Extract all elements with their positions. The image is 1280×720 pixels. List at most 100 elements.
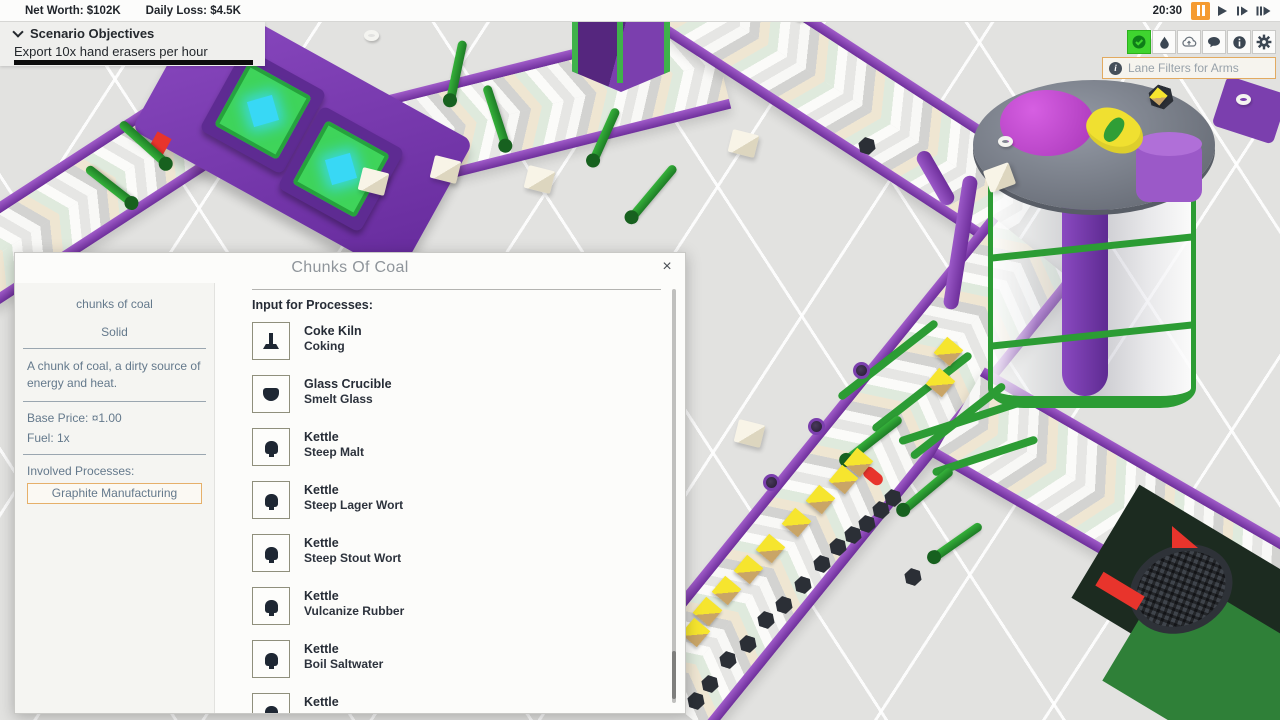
input-for-processes-header: Input for Processes: (252, 298, 661, 312)
play-button[interactable] (1212, 2, 1231, 20)
purple-machine[interactable] (1212, 75, 1280, 144)
cloud-button[interactable] (1177, 30, 1201, 54)
magenta-dome[interactable] (1000, 90, 1094, 156)
process-name: Smelt Glass (304, 392, 392, 407)
fast-forward-button[interactable] (1233, 2, 1252, 20)
item-fuel-value: Fuel: 1x (27, 431, 202, 445)
lane-filters-button[interactable] (1127, 30, 1151, 54)
scenario-objectives-panel: Scenario Objectives Export 10x hand eras… (0, 22, 265, 66)
fluids-button[interactable] (1152, 30, 1176, 54)
process-name: Vulcanize Rubber (304, 604, 404, 619)
white-crate[interactable] (728, 129, 760, 158)
objectives-title[interactable]: Scenario Objectives (30, 26, 154, 41)
scrollbar-thumb[interactable] (672, 651, 676, 699)
belt-wheel (763, 474, 780, 491)
scrollbar-track[interactable] (672, 289, 676, 703)
process-name: Coking (304, 339, 362, 354)
item-dialog: Chunks Of Coal × chunks of coal Solid A … (14, 252, 686, 714)
divider (23, 454, 206, 455)
objective-text: Export 10x hand erasers per hour (14, 44, 265, 59)
process-name: Steep Malt (304, 445, 364, 460)
cloud-icon (1181, 34, 1197, 50)
item-state: Solid (27, 325, 202, 339)
gear-icon (1256, 34, 1272, 50)
overlay-toolbar (1127, 30, 1276, 54)
play-icon (1216, 5, 1228, 17)
process-machine-name: Kettle (304, 536, 401, 551)
info-icon: i (1109, 62, 1122, 75)
machine-icon[interactable] (252, 322, 290, 360)
item-detail-panel: chunks of coal Solid A chunk of coal, a … (15, 283, 215, 713)
objective-progress-bar (14, 60, 253, 65)
white-crate[interactable] (524, 165, 556, 194)
machine-icon[interactable] (252, 640, 290, 678)
process-machine-name: Kettle (304, 430, 364, 445)
chat-button[interactable] (1202, 30, 1226, 54)
chevron-down-icon[interactable] (12, 26, 23, 37)
belt-wheel (853, 362, 870, 379)
machine-icon[interactable] (252, 587, 290, 625)
pause-button[interactable] (1191, 2, 1210, 20)
divider (23, 348, 206, 349)
process-machine-name: Coke Kiln (304, 324, 362, 339)
hand-eraser-item[interactable] (364, 30, 379, 41)
process-name: Steep Stout Wort (304, 551, 401, 566)
fastest-forward-icon (1256, 5, 1271, 17)
divider (252, 289, 661, 290)
involved-process-button[interactable]: Graphite Manufacturing (27, 483, 202, 504)
process-machine-name: Kettle (304, 642, 383, 657)
process-list-item[interactable]: Coke Kiln Coking (252, 322, 661, 360)
machine-icon[interactable] (252, 481, 290, 519)
process-list-item[interactable]: Kettle Steep Lager Wort (252, 481, 661, 519)
coal-chunk[interactable] (902, 567, 924, 588)
playback-controls: 20:30 (1153, 2, 1274, 20)
item-description: A chunk of coal, a dirty source of energ… (27, 358, 202, 392)
process-machine-name: Kettle (304, 483, 403, 498)
tooltip-text: Lane Filters for Arms (1128, 61, 1239, 75)
machine-icon[interactable] (252, 428, 290, 466)
process-machine-name: Kettle (304, 589, 404, 604)
fast-forward-icon (1236, 5, 1249, 17)
process-list-panel[interactable]: Input for Processes: Coke Kiln Coking Gl… (229, 283, 685, 713)
process-list-item[interactable]: Kettle Boil Saltwater (252, 640, 661, 678)
process-name: Boil Saltwater (304, 657, 383, 672)
check-circle-icon (1131, 34, 1147, 50)
item-name: chunks of coal (27, 297, 202, 311)
toolbar-tooltip: i Lane Filters for Arms (1102, 57, 1276, 79)
droplet-icon (1157, 35, 1172, 50)
machine-icon[interactable] (252, 375, 290, 413)
machine-icon[interactable] (252, 693, 290, 714)
top-hud-bar: Net Worth: $102K Daily Loss: $4.5K 20:30 (0, 0, 1280, 22)
process-machine-name: Kettle (304, 695, 339, 710)
close-button[interactable]: × (657, 257, 677, 277)
info-icon (1232, 35, 1247, 50)
purple-cylinder[interactable] (1136, 140, 1202, 202)
daily-loss: Daily Loss: $4.5K (146, 5, 241, 17)
process-list-item[interactable]: Kettle Vulcanize Rubber (252, 587, 661, 625)
process-list: Coke Kiln Coking Glass Crucible Smelt Gl… (252, 322, 661, 714)
settings-button[interactable] (1252, 30, 1276, 54)
belt-wheel (808, 418, 825, 435)
process-list-item[interactable]: Kettle Steep Malt (252, 428, 661, 466)
hand-eraser-item[interactable] (1236, 94, 1251, 105)
process-list-item[interactable]: Kettle (252, 693, 661, 714)
dialog-title: Chunks Of Coal (15, 253, 685, 283)
robot-arm[interactable] (929, 521, 983, 563)
item-base-price: Base Price: ¤1.00 (27, 411, 202, 425)
process-name: Steep Lager Wort (304, 498, 403, 513)
process-list-item[interactable]: Glass Crucible Smelt Glass (252, 375, 661, 413)
game-clock: 20:30 (1153, 5, 1182, 17)
divider (23, 401, 206, 402)
process-machine-name: Glass Crucible (304, 377, 392, 392)
pause-icon (1196, 5, 1206, 16)
hand-eraser-item[interactable] (998, 136, 1013, 147)
involved-processes-label: Involved Processes: (27, 464, 202, 478)
chat-bubble-icon (1206, 34, 1222, 50)
net-worth: Net Worth: $102K (25, 5, 121, 17)
info-button[interactable] (1227, 30, 1251, 54)
robot-arm[interactable] (627, 163, 679, 222)
fastest-forward-button[interactable] (1254, 2, 1273, 20)
white-crate[interactable] (734, 419, 766, 448)
machine-icon[interactable] (252, 534, 290, 572)
process-list-item[interactable]: Kettle Steep Stout Wort (252, 534, 661, 572)
